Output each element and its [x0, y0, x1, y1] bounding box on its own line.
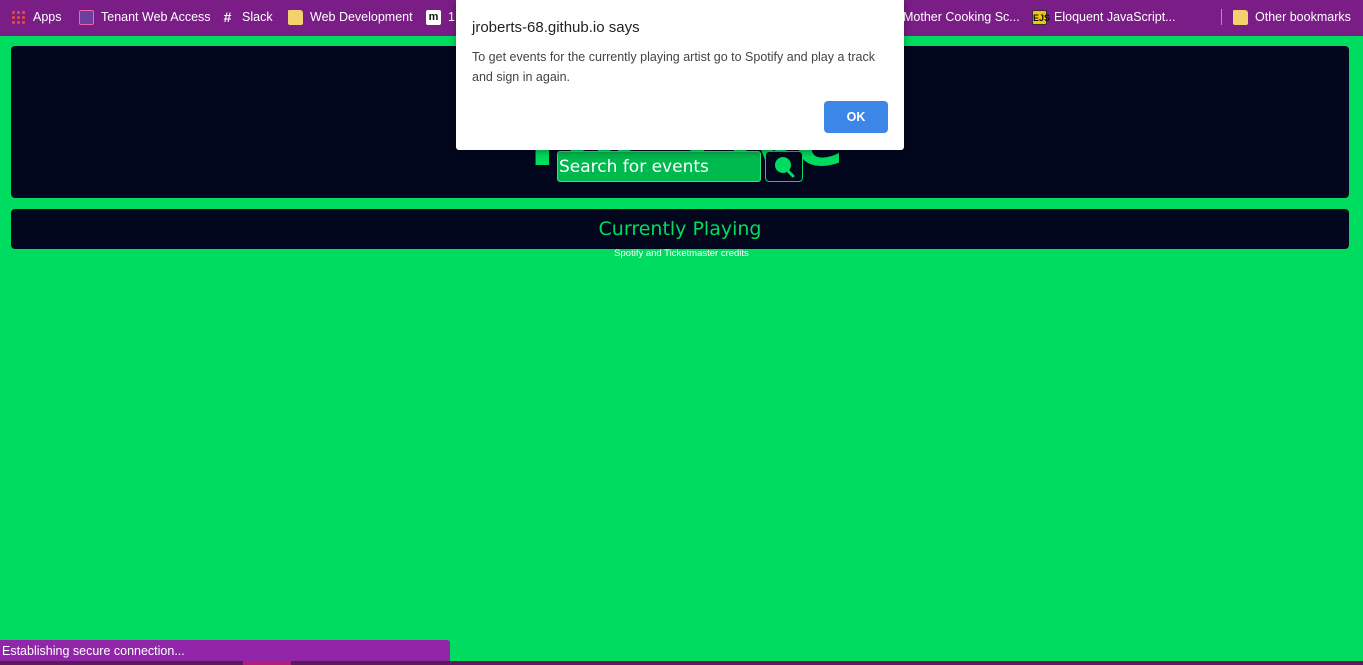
- ejs-icon: EJS: [1032, 9, 1050, 25]
- search-icon: [775, 156, 795, 177]
- bookmark-tenant-web-access[interactable]: Tenant Web Access: [79, 0, 211, 34]
- bookmark-label: 1: [448, 10, 455, 24]
- currently-playing-panel: Currently Playing: [11, 209, 1349, 249]
- bookmark-label: Web Development: [310, 10, 413, 24]
- ok-button[interactable]: OK: [824, 101, 888, 133]
- taskbar-accent: [243, 661, 291, 665]
- dialog-message: To get events for the currently playing …: [472, 50, 875, 84]
- building-icon: [79, 9, 94, 25]
- bookmark-label: Eloquent JavaScript...: [1054, 10, 1176, 24]
- bookmark-medium[interactable]: m 1: [426, 0, 455, 34]
- taskbar-strip: [0, 661, 1363, 665]
- search-input[interactable]: Search for events: [557, 151, 761, 182]
- bookmark-label: Tenant Web Access: [101, 10, 211, 24]
- search-button[interactable]: [765, 151, 803, 182]
- bookmarks-divider: [1221, 9, 1222, 25]
- alert-dialog: jroberts-68.github.io says To get events…: [456, 0, 904, 150]
- bookmark-slack[interactable]: # Slack: [220, 0, 273, 34]
- bookmark-apps[interactable]: Apps: [11, 0, 62, 34]
- bookmark-label: Apps: [33, 10, 62, 24]
- bookmark-label: Other bookmarks: [1255, 10, 1351, 24]
- bookmark-eloquent-javascript[interactable]: EJS Eloquent JavaScript...: [1032, 0, 1176, 34]
- apps-grid-icon: [11, 9, 26, 25]
- bookmark-label: Slack: [242, 10, 273, 24]
- folder-icon: [288, 9, 303, 25]
- folder-icon: [1233, 9, 1248, 25]
- bookmark-other-bookmarks[interactable]: Other bookmarks: [1233, 0, 1351, 34]
- bookmark-web-development[interactable]: Web Development: [288, 0, 413, 34]
- currently-playing-label: Currently Playing: [598, 218, 762, 240]
- bookmark-mother-cooking[interactable]: Mother Cooking Sc...: [903, 0, 1020, 34]
- status-bubble: Establishing secure connection...: [0, 640, 450, 662]
- bookmark-label: Mother Cooking Sc...: [903, 10, 1020, 24]
- dialog-title: jroberts-68.github.io says: [472, 19, 640, 36]
- medium-icon: m: [426, 9, 441, 25]
- slack-icon: #: [223, 8, 232, 25]
- credits-text: Spotify and Ticketmaster credits: [614, 248, 749, 259]
